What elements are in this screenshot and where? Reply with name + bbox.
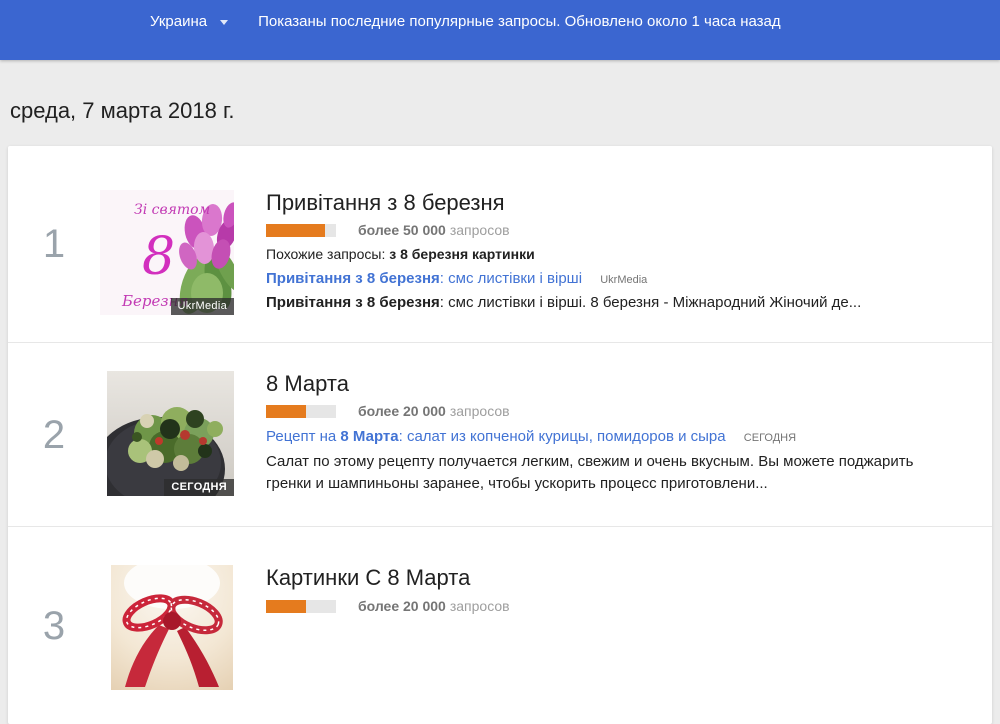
trend-item-1: 1 (8, 146, 992, 343)
news-headline-link[interactable]: Привітання з 8 березня: смс листівки і в… (266, 270, 582, 287)
news-source-label: СЕГОДНЯ (744, 432, 796, 444)
news-source-label: UkrMedia (600, 274, 647, 286)
trend-title[interactable]: 8 Марта (266, 371, 992, 397)
volume-count: более 20 000 (358, 598, 446, 614)
tulips-8-march-image: Зі святом 8 Березня (100, 190, 234, 315)
search-volume-row: более 50 000 запросов (266, 223, 992, 237)
status-text: Показаны последние популярные запросы. О… (258, 13, 781, 30)
thumb-text-big: 8 (142, 227, 175, 287)
search-volume-row: более 20 000 запросов (266, 404, 992, 418)
volume-count: более 50 000 (358, 222, 446, 238)
trend-content: 8 Марта более 20 000 запросов Рецепт на … (266, 371, 992, 495)
thumb-text-top: Зі святом (134, 202, 210, 218)
search-volume-bar-fill (266, 600, 306, 613)
thumbnail-source-badge: СЕГОДНЯ (164, 479, 234, 496)
news-headline-link[interactable]: Рецепт на 8 Марта: салат из копченой кур… (266, 428, 726, 445)
rank-number: 1 (8, 222, 100, 266)
thumbnail-source-badge: UkrMedia (171, 298, 234, 315)
thumbnail-slot: СЕГОДНЯ (100, 343, 234, 496)
thumbnail-slot: Зі святом 8 Березня UkrMedia (100, 146, 234, 315)
news-snippet: Салат по этому рецепту получается легким… (266, 451, 936, 495)
volume-unit: запросов (450, 403, 510, 419)
news-headline-row: Рецепт на 8 Марта: салат из копченой кур… (266, 428, 992, 445)
news-snippet: Привітання з 8 березня: смс листівки і в… (266, 292, 926, 314)
trend-title[interactable]: Картинки С 8 Марта (266, 565, 992, 591)
news-headline-row: Привітання з 8 березня: смс листівки і в… (266, 270, 992, 287)
volume-count: более 20 000 (358, 403, 446, 419)
trend-content: Картинки С 8 Марта более 20 000 запросов (266, 565, 992, 613)
trend-item-3: 3 (8, 527, 992, 724)
rank-number: 3 (8, 604, 100, 648)
related-queries-row: Похожие запросы: з 8 березня картинки (266, 246, 992, 262)
rank-number: 2 (8, 413, 100, 457)
trend-thumbnail-gift[interactable] (111, 565, 233, 690)
gift-red-bow-image (111, 565, 233, 690)
thumbnail-slot (100, 527, 234, 690)
salad-image (107, 371, 234, 496)
trend-thumbnail-tulips[interactable]: Зі святом 8 Березня UkrMedia (100, 190, 234, 315)
related-query-link[interactable]: з 8 березня картинки (389, 246, 534, 262)
date-heading: среда, 7 марта 2018 г. (10, 98, 1000, 124)
trend-thumbnail-salad[interactable]: СЕГОДНЯ (107, 371, 234, 496)
region-selector[interactable]: Украина (150, 13, 228, 30)
search-volume-bar (266, 224, 336, 237)
trend-title[interactable]: Привітання з 8 березня (266, 190, 992, 216)
search-volume-row: более 20 000 запросов (266, 599, 992, 613)
volume-unit: запросов (450, 598, 510, 614)
trends-card: 1 (8, 146, 992, 724)
search-volume-bar-fill (266, 224, 325, 237)
chevron-down-icon (220, 20, 228, 25)
trend-content: Привітання з 8 березня более 50 000 запр… (266, 190, 992, 314)
region-label: Украина (150, 13, 207, 30)
volume-unit: запросов (450, 222, 510, 238)
trend-item-2: 2 (8, 343, 992, 527)
search-volume-bar (266, 405, 336, 418)
search-volume-bar-fill (266, 405, 306, 418)
search-volume-bar (266, 600, 336, 613)
related-label: Похожие запросы: (266, 246, 389, 262)
top-bar: Украина Показаны последние популярные за… (0, 0, 1000, 60)
